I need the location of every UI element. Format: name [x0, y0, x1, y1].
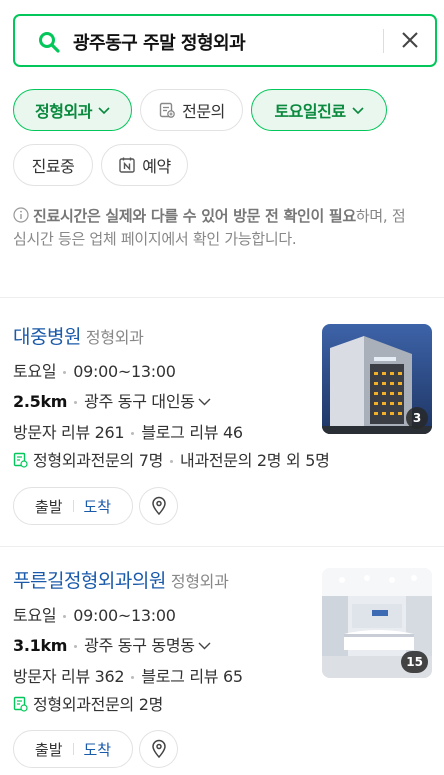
filter-booking[interactable]: 예약 [101, 144, 188, 186]
chevron-down-icon [198, 642, 211, 650]
distance: 3.1km [13, 636, 68, 655]
place-category: 정형외과 [85, 328, 144, 347]
filter-orthopedics[interactable]: 정형외과 [13, 89, 132, 131]
visitor-review[interactable]: 방문자 리뷰 261 [13, 423, 125, 442]
divider [383, 29, 384, 53]
naver-booking-icon [119, 157, 135, 173]
place-photo[interactable]: 3 [322, 324, 432, 434]
arrive-button[interactable]: 도착 [84, 739, 112, 760]
review-line: 방문자 리뷰 261 블로그 리뷰 46 [13, 419, 243, 443]
location-line[interactable]: 2.5km 광주 동구 대인동 [13, 388, 211, 412]
hours-notice: 진료시간은 실제와 다를 수 있어 방문 전 확인이 필요하며, 점심시간 등은… [13, 205, 413, 250]
filter-label: 전문의 [182, 102, 225, 121]
place-category: 정형외과 [170, 572, 229, 591]
location-line[interactable]: 3.1km 광주 동구 동명동 [13, 632, 211, 656]
specialist-line: 정형외과전문의 7명 내과전문의 2명 외 5명 [13, 447, 330, 471]
specialist-more: 내과전문의 2명 외 5명 [180, 451, 330, 470]
directions-button[interactable]: 출발 도착 [13, 730, 133, 768]
place-name[interactable]: 푸른길정형외과의원 [13, 570, 166, 592]
divider [0, 297, 444, 298]
depart-button[interactable]: 출발 [35, 739, 63, 760]
opening-hours: 토요일 09:00~13:00 [13, 602, 176, 626]
opening-day: 토요일 [13, 362, 57, 381]
place-name[interactable]: 대중병원 [13, 326, 81, 348]
chevron-down-icon [98, 107, 110, 115]
opening-time: 09:00~13:00 [73, 606, 176, 625]
address: 광주 동구 대인동 [84, 392, 195, 411]
save-location-button[interactable] [139, 730, 178, 768]
divider [0, 546, 444, 547]
info-icon [13, 207, 29, 223]
specialist-count: 정형외과전문의 7명 [33, 451, 164, 470]
chevron-down-icon [351, 107, 364, 115]
specialist-icon [159, 102, 176, 118]
specialist-icon [13, 696, 28, 712]
place-photo[interactable]: 15 [322, 568, 432, 678]
opening-hours: 토요일 09:00~13:00 [13, 358, 176, 382]
address: 광주 동구 동명동 [84, 636, 195, 655]
photo-count-badge: 15 [401, 651, 428, 673]
chevron-down-icon [198, 398, 211, 406]
search-icon[interactable] [37, 30, 61, 54]
filter-label: 정형외과 [35, 102, 92, 121]
photo-count-badge: 3 [406, 407, 428, 429]
filter-specialist[interactable]: 전문의 [140, 89, 243, 131]
specialist-icon [13, 452, 28, 468]
directions-button[interactable]: 출발 도착 [13, 487, 133, 525]
filter-label: 진료중 [31, 157, 75, 176]
close-icon[interactable] [400, 30, 420, 50]
review-line: 방문자 리뷰 362 블로그 리뷰 65 [13, 663, 243, 687]
opening-day: 토요일 [13, 606, 57, 625]
filter-saturday[interactable]: 토요일진료 [251, 89, 387, 131]
visitor-review[interactable]: 방문자 리뷰 362 [13, 667, 125, 686]
search-input[interactable]: 광주동구 주말 정형외과 [73, 29, 246, 55]
distance: 2.5km [13, 392, 68, 411]
opening-time: 09:00~13:00 [73, 362, 176, 381]
save-location-button[interactable] [139, 487, 178, 525]
location-pin-icon [151, 496, 166, 516]
specialist-line: 정형외과전문의 2명 [13, 691, 163, 715]
filter-label: 예약 [142, 157, 171, 176]
arrive-button[interactable]: 도착 [84, 496, 112, 517]
blog-review[interactable]: 블로그 리뷰 65 [141, 667, 243, 686]
specialist-count: 정형외과전문의 2명 [33, 695, 164, 714]
filter-open-now[interactable]: 진료중 [13, 144, 93, 186]
filter-label: 토요일진료 [274, 102, 346, 121]
search-bar[interactable]: 광주동구 주말 정형외과 [13, 14, 437, 67]
blog-review[interactable]: 블로그 리뷰 46 [141, 423, 243, 442]
notice-bold: 진료시간은 실제와 다를 수 있어 방문 전 확인이 필요 [33, 207, 356, 225]
location-pin-icon [151, 739, 166, 759]
depart-button[interactable]: 출발 [35, 496, 63, 517]
